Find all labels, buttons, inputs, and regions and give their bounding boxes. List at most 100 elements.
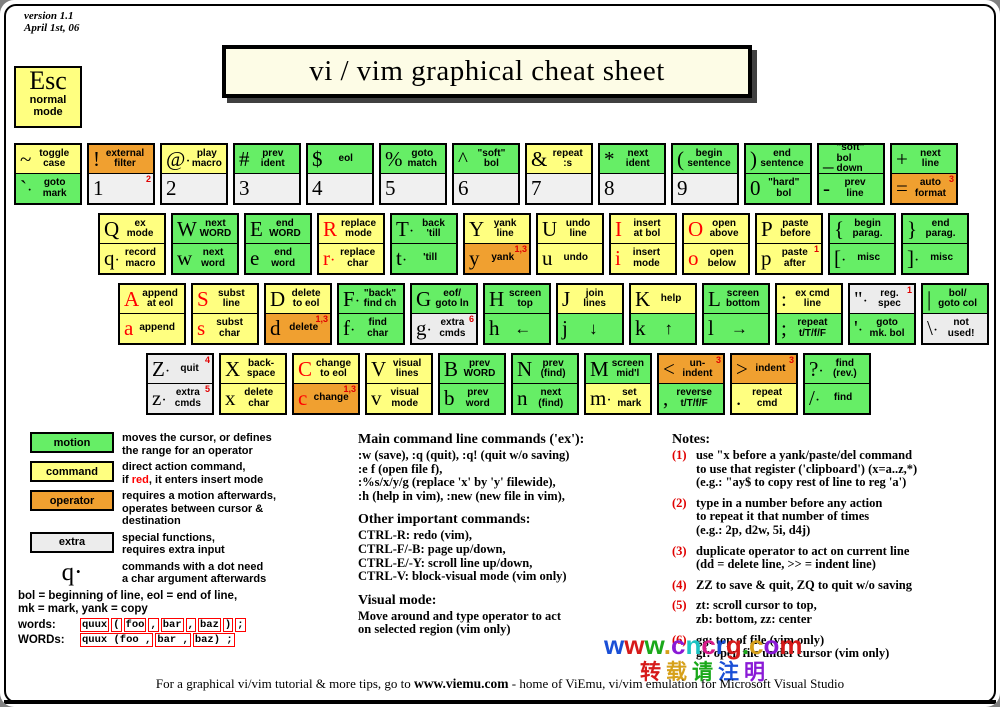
key-slash[interactable]: ?· find (rev.) /· find xyxy=(803,353,871,415)
key-quote-bottom-glyph: '· xyxy=(854,316,864,340)
key-g-top-desc: eof/ goto ln xyxy=(435,287,469,309)
key-x-bottom: x delete char xyxy=(221,384,285,413)
key-semicolon-top-glyph: : xyxy=(781,286,787,311)
key-equals[interactable]: + next line = auto format 3 xyxy=(890,143,958,205)
key-f-top-desc: "back" find ch xyxy=(363,287,397,309)
key-rbracket[interactable]: } end parag.]· misc xyxy=(901,213,969,275)
key-semicolon[interactable]: : ex cmd line; repeat t/T/f/F xyxy=(775,283,843,345)
legend-text-extra: special functions, requires extra input xyxy=(122,531,225,557)
key-9[interactable]: (begin sentence 9 xyxy=(671,143,739,205)
esc-key[interactable]: Esc normal mode xyxy=(14,66,82,128)
key-w[interactable]: Wnext WORD w next word xyxy=(171,213,239,275)
legend-row-extra: extra special functions, requires extra i… xyxy=(18,531,348,557)
key-r-top: Rreplace mode xyxy=(319,215,383,244)
key-t[interactable]: T· back 'till t· 'till xyxy=(390,213,458,275)
key-e-bottom: e end word xyxy=(246,244,310,273)
key-k[interactable]: Khelp k ↑ xyxy=(629,283,697,345)
key-m[interactable]: Mscreen mid'l m· set mark xyxy=(584,353,652,415)
key-d[interactable]: Ddelete to eol d delete 1,3 xyxy=(264,283,332,345)
note-item: (1) use "x before a yank/paste/del comman… xyxy=(672,448,987,490)
key-m-bottom-desc: set mark xyxy=(617,387,642,409)
key-j[interactable]: Jjoin lines j ↓ xyxy=(556,283,624,345)
key-e[interactable]: Eend WORD e end word xyxy=(244,213,312,275)
key-s[interactable]: Ssubst line s subst char xyxy=(191,283,259,345)
key-lbracket-top-desc: begin parag. xyxy=(852,217,883,239)
key-comma-top-glyph: < xyxy=(663,356,675,381)
key-tilde-backtick-top-desc: toggle case xyxy=(39,147,70,169)
key-m-bottom-glyph: m· xyxy=(590,386,612,410)
key-o[interactable]: Oopen above o open below xyxy=(682,213,750,275)
key-r-bottom-glyph: r· xyxy=(323,246,336,270)
key-8[interactable]: * next ident 8 xyxy=(598,143,666,205)
key-y-bottom-glyph: y xyxy=(469,246,480,270)
key-n[interactable]: Nprev (find) n next (find) xyxy=(511,353,579,415)
key-r[interactable]: Rreplace mode r· replace char xyxy=(317,213,385,275)
legend-row-command: command direct action command, if red, it… xyxy=(18,461,348,486)
key-f[interactable]: F· "back" find ch f· find char xyxy=(337,283,405,345)
key-a[interactable]: Aappend at eol a append xyxy=(118,283,186,345)
key-g[interactable]: Geof/ goto ln g· extra cmds 6 xyxy=(410,283,478,345)
key-p[interactable]: Ppaste before p paste after 1 xyxy=(755,213,823,275)
key-1[interactable]: ! external filter 1 2 xyxy=(87,143,155,205)
key-b-top-glyph: B xyxy=(444,356,459,381)
key-b[interactable]: Bprev WORD b prev word xyxy=(438,353,506,415)
key-backslash[interactable]: | bol/ goto col \· not used! xyxy=(921,283,989,345)
key-v-top-desc: visual lines xyxy=(392,357,422,379)
key-z[interactable]: Z· quit 4 z· extra cmds 5 xyxy=(146,353,214,415)
legend-row-operator: operator requires a motion afterwards, op… xyxy=(18,490,348,528)
key-u-top: Uundo line xyxy=(538,215,602,244)
key-y-top: Yyank line xyxy=(465,215,529,244)
key-i[interactable]: Iinsert at bol i insert mode xyxy=(609,213,677,275)
key-0[interactable]: ) end sentence 0 "hard" bol xyxy=(744,143,812,205)
key-4[interactable]: $ eol 4 xyxy=(306,143,374,205)
key-n-top-desc: prev (find) xyxy=(540,357,566,379)
key-period[interactable]: > indent 3. repeat cmd xyxy=(730,353,798,415)
key-s-bottom-desc: subst char xyxy=(216,317,243,339)
key-quote[interactable]: "· reg. spec 1 '· goto mk. bol xyxy=(848,283,916,345)
key-j-bottom-desc: ↓ xyxy=(589,319,598,338)
token: , xyxy=(148,617,159,632)
esc-key-sub-1: normal xyxy=(29,94,67,106)
key-backslash-top: | bol/ goto col xyxy=(923,285,987,314)
legend-red-word: red xyxy=(131,473,149,486)
key-h[interactable]: Hscreen top h ← xyxy=(483,283,551,345)
key-comma[interactable]: < un- indent 3, reverse t/T/f/F xyxy=(657,353,725,415)
key-v[interactable]: Vvisual lines v visual mode xyxy=(365,353,433,415)
key-8-top-desc: next ident xyxy=(625,147,650,169)
token: bar xyxy=(160,617,184,632)
key-k-bottom: k ↑ xyxy=(631,314,695,343)
key-tilde-backtick[interactable]: ~ toggle case `· goto mark xyxy=(14,143,82,205)
key-e-bottom-desc: end word xyxy=(271,247,296,269)
key-q[interactable]: Qex mode q· record macro xyxy=(98,213,166,275)
key-x-bottom-desc: delete char xyxy=(244,387,274,409)
note-item: (2) type in a number before any action to… xyxy=(672,496,987,538)
key-i-bottom: i insert mode xyxy=(611,244,675,273)
key-q-top: Qex mode xyxy=(100,215,164,244)
key-x[interactable]: Xback- space x delete char xyxy=(219,353,287,415)
key-3[interactable]: # prev ident 3 xyxy=(233,143,301,205)
footer-site-link[interactable]: www.viemu.com xyxy=(414,676,509,691)
key-comma-bottom: , reverse t/T/f/F xyxy=(659,384,723,413)
key-l[interactable]: Lscreen bottom l → xyxy=(702,283,770,345)
key-2[interactable]: @· play macro 2 xyxy=(160,143,228,205)
key-2-top-desc: play macro xyxy=(191,147,222,169)
key-c[interactable]: Cchange to eol c change 1,3 xyxy=(292,353,360,415)
key-l-bottom-desc: → xyxy=(730,319,748,338)
key-u-bottom: u undo xyxy=(538,244,602,273)
token: ; xyxy=(235,617,246,632)
key-minus-bottom: - prev line xyxy=(819,174,883,203)
note-body: zt: scroll cursor to top, zb: bottom, zz… xyxy=(696,598,817,626)
key-u[interactable]: Uundo line u undo xyxy=(536,213,604,275)
key-5[interactable]: % goto match 5 xyxy=(379,143,447,205)
footer: For a graphical vi/vim tutorial & more t… xyxy=(0,676,1000,692)
key-y[interactable]: Yyank line y yank 1,3 xyxy=(463,213,531,275)
key-minus[interactable]: _ "soft" bol down - prev line xyxy=(817,143,885,205)
key-7[interactable]: & repeat :s 7 xyxy=(525,143,593,205)
key-1-top: ! external filter xyxy=(89,145,153,174)
key-9-top: (begin sentence xyxy=(673,145,737,174)
key-semicolon-bottom-glyph: ; xyxy=(781,316,787,340)
key-lbracket[interactable]: {begin parag. [· misc xyxy=(828,213,896,275)
key-6[interactable]: ^ "soft" bol 6 xyxy=(452,143,520,205)
key-9-top-glyph: ( xyxy=(677,146,684,171)
key-s-top: Ssubst line xyxy=(193,285,257,314)
